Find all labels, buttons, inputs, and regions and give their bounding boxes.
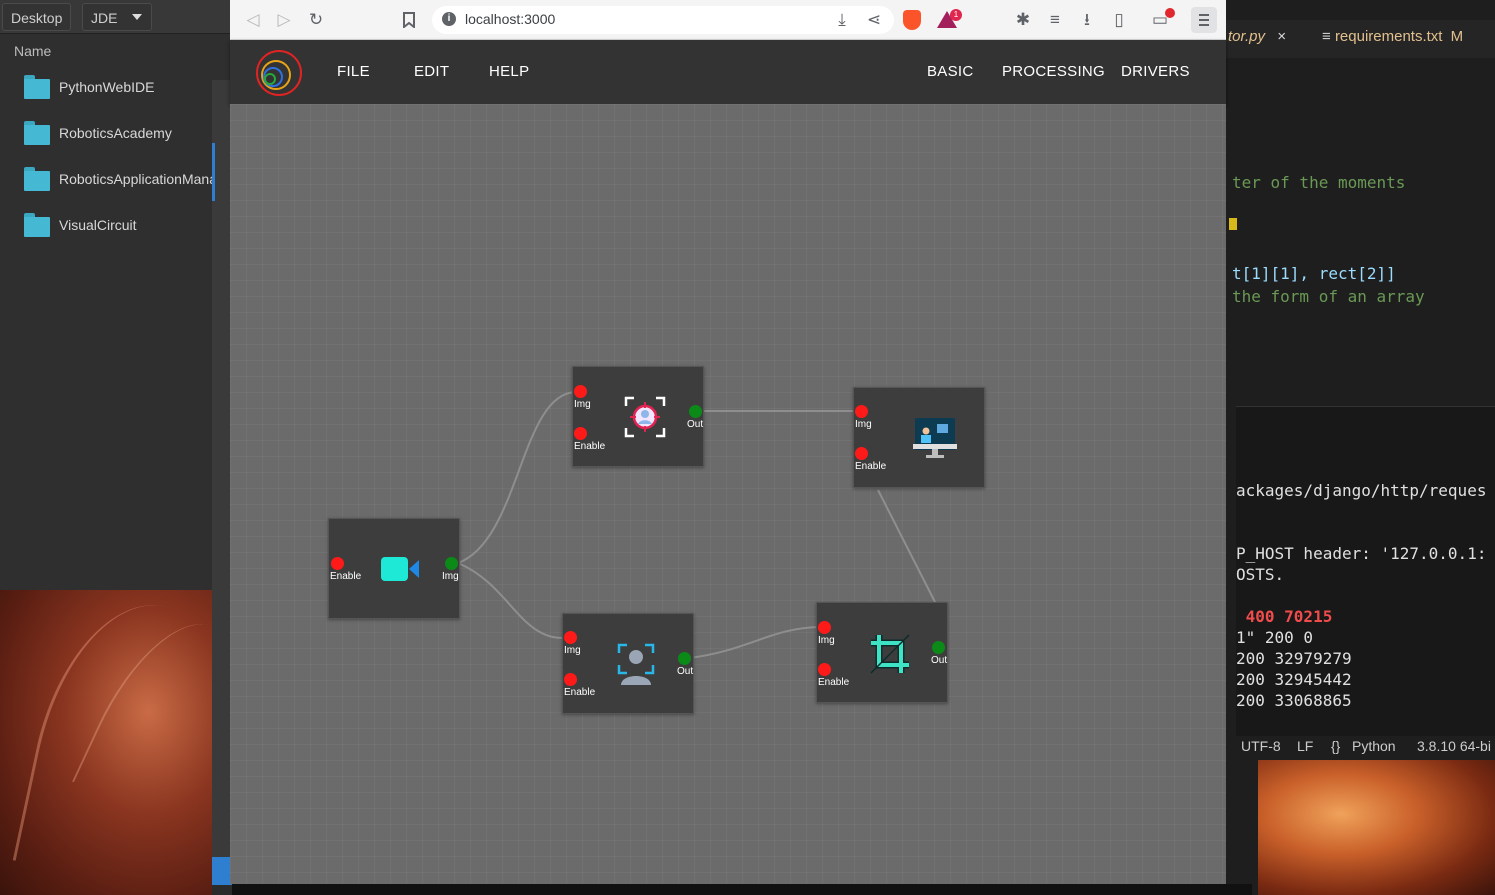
person-detection-icon [617, 643, 655, 692]
block-links [457, 391, 937, 659]
port-enable-input[interactable] [574, 427, 587, 440]
port-label: Img [574, 399, 591, 410]
port-enable-input[interactable] [331, 557, 344, 570]
port-label: Enable [564, 687, 596, 698]
port-label: Out [687, 419, 704, 430]
port-out-output[interactable] [932, 641, 945, 654]
video-camera-icon [381, 557, 421, 588]
crop-icon [869, 633, 911, 680]
port-out-output[interactable] [689, 405, 702, 418]
port-label: Img [818, 635, 835, 646]
screen-display-icon [913, 418, 957, 465]
face-detector-block[interactable]: Img Enable Out [572, 366, 704, 467]
port-img-output[interactable] [445, 557, 458, 570]
port-label: Out [931, 655, 948, 666]
port-img-input[interactable] [855, 405, 868, 418]
link-person-to-crop [689, 626, 821, 659]
port-label: Enable [855, 461, 887, 472]
person-detector-block[interactable]: Img Enable Out [562, 613, 694, 714]
link-camera-to-face [457, 391, 576, 564]
crop-block[interactable]: Img Enable Out [816, 602, 948, 703]
port-out-output[interactable] [678, 652, 691, 665]
port-label: Out [677, 666, 694, 677]
port-label: Img [855, 419, 872, 430]
camera-block[interactable]: Enable Img [328, 518, 460, 619]
screen-block[interactable]: Img Enable [853, 387, 985, 488]
port-label: Img [564, 645, 581, 656]
port-img-input[interactable] [574, 385, 587, 398]
port-enable-input[interactable] [855, 447, 868, 460]
port-label: Enable [574, 441, 606, 452]
face-detection-icon [624, 396, 666, 443]
port-label: Img [442, 571, 459, 582]
link-screen-to-crop [877, 489, 937, 605]
port-img-input[interactable] [564, 631, 577, 644]
port-label: Enable [818, 677, 850, 688]
link-camera-to-person [457, 562, 566, 640]
port-img-input[interactable] [818, 621, 831, 634]
port-enable-input[interactable] [564, 673, 577, 686]
port-enable-input[interactable] [818, 663, 831, 676]
port-label: Enable [330, 571, 362, 582]
